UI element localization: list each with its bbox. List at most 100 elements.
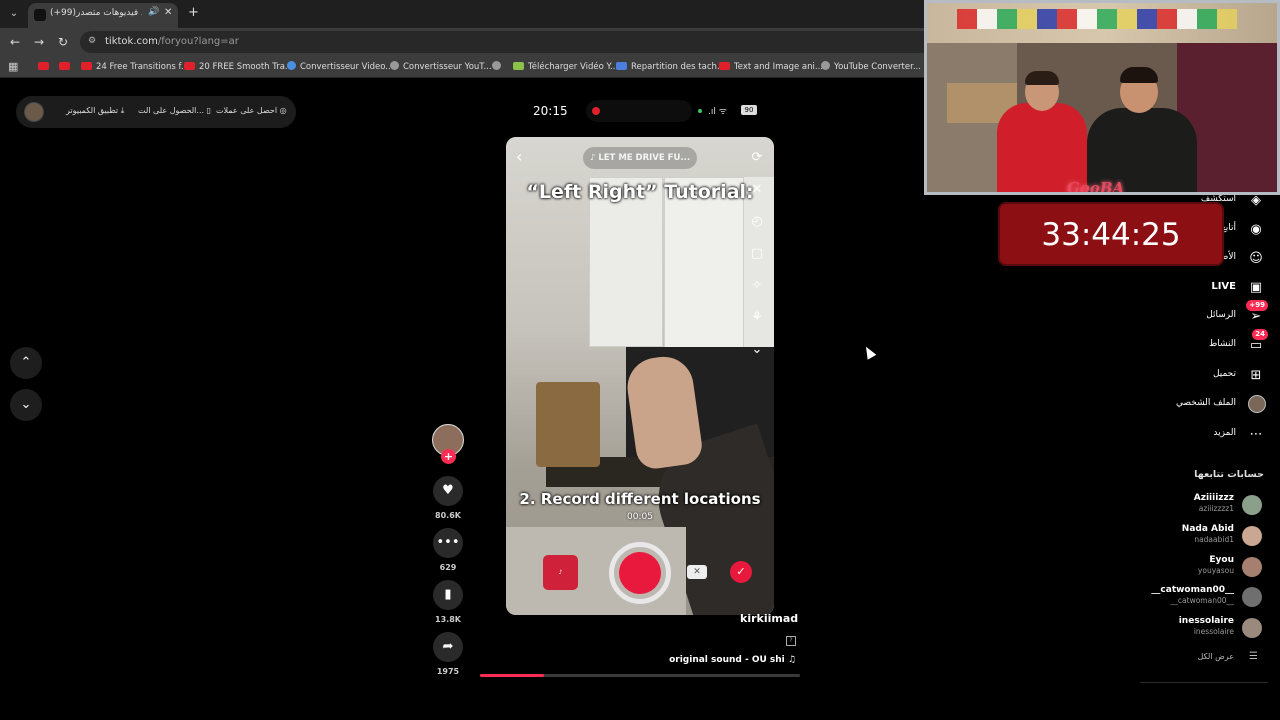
- effects-wand-icon: ✧: [751, 278, 763, 293]
- sidebar-item-label: LIVE: [1211, 281, 1236, 292]
- bookmark-item[interactable]: Convertisseur Video...: [287, 60, 393, 74]
- flip-camera-icon: ⟳: [751, 150, 763, 165]
- account-handle: inessolaire: [1193, 627, 1234, 636]
- reload-icon[interactable]: ↻: [55, 34, 71, 50]
- placeholder-glyph-icon: ?: [786, 636, 796, 646]
- docs-icon: [616, 62, 627, 70]
- notification-badge: 24: [1252, 329, 1268, 340]
- following-account-item[interactable]: Nada Abid nadaabid1: [1140, 524, 1264, 552]
- phone-time: 20:15: [533, 104, 568, 118]
- account-handle: __catwoman00__: [1170, 596, 1234, 605]
- sidebar-item-upload[interactable]: تحميل ⊞: [1140, 365, 1268, 387]
- forward-arrow-icon[interactable]: →: [31, 34, 47, 50]
- heart-icon: ♥: [442, 483, 454, 498]
- get-coins-button[interactable]: احصل على عملات ◎: [216, 106, 287, 115]
- webcam-overlay: GooBA: [924, 0, 1280, 195]
- youtube-icon: [184, 62, 195, 70]
- stream-timer-overlay: 33:44:25: [998, 202, 1224, 266]
- recording-timer: 00:05: [627, 512, 653, 522]
- avatar: [1242, 495, 1262, 515]
- video-player[interactable]: ‹ ♪ LET ME DRIVE FU... “Left Right” Tuto…: [506, 137, 774, 615]
- account-name: __catwoman00__: [1151, 585, 1234, 595]
- save-button[interactable]: ▮: [433, 580, 463, 610]
- account-name: Aziiiizzz: [1193, 493, 1234, 503]
- tab-search-chevron-icon[interactable]: ⌄: [6, 6, 22, 22]
- share-count: 1975: [436, 667, 460, 676]
- more-icon: ⋯: [1249, 427, 1263, 442]
- following-account-item[interactable]: inessolaire inessolaire: [1140, 616, 1264, 644]
- video-title-overlay: “Left Right” Tutorial:: [526, 181, 754, 203]
- more-chevron-icon: ⌄: [751, 342, 763, 357]
- bookmark-item[interactable]: [492, 60, 505, 74]
- sidebar-item-activity[interactable]: النشاط ▭ 24: [1140, 329, 1268, 357]
- apps-grid-icon[interactable]: ▦: [8, 60, 18, 73]
- delete-clip-icon: ✕: [687, 565, 707, 579]
- url-path: /foryou?lang=ar: [157, 36, 239, 47]
- new-tab-button[interactable]: +: [188, 6, 199, 20]
- account-name: Nada Abid: [1181, 524, 1234, 534]
- sidebar-item-more[interactable]: المزيد ⋯: [1140, 424, 1268, 446]
- live-icon: ▣: [1249, 280, 1263, 295]
- bookmark-item[interactable]: [59, 60, 74, 74]
- speaker-icon[interactable]: 🔊: [148, 7, 159, 17]
- back-arrow-icon[interactable]: ←: [7, 34, 23, 50]
- bookmark-item[interactable]: Télécharger Vidéo Y...: [513, 60, 618, 74]
- author-name-link[interactable]: kirkiimad: [740, 612, 798, 625]
- globe-icon: [492, 61, 501, 70]
- webcam-scene: [957, 9, 1237, 29]
- layout-icon: ▢: [750, 246, 764, 261]
- sidebar-item-messages[interactable]: الرسائل ➢ +99: [1140, 300, 1268, 328]
- avatar: [1242, 557, 1262, 577]
- following-account-item[interactable]: __catwoman00__ __catwoman00__: [1140, 585, 1264, 613]
- tiktok-favicon-icon: [34, 9, 46, 21]
- share-button[interactable]: ➦: [433, 632, 463, 662]
- avatar: [1242, 526, 1262, 546]
- avatar[interactable]: [24, 102, 44, 122]
- bookmark-item[interactable]: 24 Free Transitions f...: [81, 60, 189, 74]
- youtube-icon: [719, 62, 730, 70]
- video-progress-fill: [480, 674, 544, 677]
- phone-icon: ▯: [206, 106, 211, 115]
- divider: [1140, 682, 1268, 683]
- bookmark-item[interactable]: [38, 60, 53, 74]
- camera-indicator-icon: [698, 109, 702, 113]
- get-app-button[interactable]: الحصول على الت... ▯: [138, 106, 211, 115]
- next-video-button[interactable]: ⌄: [10, 389, 42, 421]
- site-info-icon[interactable]: ⚙: [88, 36, 96, 46]
- converter-icon: [390, 61, 399, 70]
- flash-off-icon: ✕: [751, 182, 763, 197]
- record-dot-icon: [592, 107, 600, 115]
- desktop-app-button[interactable]: تطبيق الكمبيوتر ⤓: [66, 106, 124, 116]
- follow-plus-button[interactable]: +: [441, 449, 456, 464]
- like-button[interactable]: ♥: [433, 476, 463, 506]
- sidebar-item-label: المزيد: [1213, 428, 1236, 438]
- account-name: Eyou: [1209, 555, 1234, 565]
- comment-button[interactable]: •••: [433, 528, 463, 558]
- sidebar-item-label: تحميل: [1212, 369, 1236, 379]
- music-note-icon: ♫: [787, 655, 796, 665]
- bookmark-item[interactable]: Text and Image ani...: [719, 60, 823, 74]
- share-arrow-icon: ➦: [442, 639, 454, 654]
- see-all-button[interactable]: عرض الكل ☰: [1140, 651, 1264, 665]
- close-icon[interactable]: ✕: [164, 7, 172, 18]
- friends-icon: ☺: [1249, 251, 1263, 266]
- battery-icon: 90: [741, 105, 757, 115]
- account-handle: youyasou: [1197, 566, 1234, 575]
- list-icon: ☰: [1249, 651, 1258, 662]
- sidebar-item-profile[interactable]: الملف الشخصي: [1140, 394, 1268, 416]
- bookmark-item[interactable]: Convertisseur YouT...: [390, 60, 492, 74]
- avatar: [1242, 587, 1262, 607]
- sidebar-item-live[interactable]: LIVE ▣: [1140, 277, 1268, 299]
- save-count: 13.8K: [435, 615, 461, 624]
- bookmark-item[interactable]: YouTube Converter...: [821, 60, 921, 74]
- tab-tiktok[interactable]: (+99)شاهد فيديوهات متصدر 🔊 ✕: [28, 3, 178, 28]
- sound-link[interactable]: original sound - OU shi ♫: [600, 655, 796, 665]
- following-account-item[interactable]: Aziiiizzz aziiizzzz1: [1140, 493, 1264, 521]
- video-progress-bar[interactable]: [480, 674, 800, 677]
- bookmark-item[interactable]: 20 FREE Smooth Tra...: [184, 60, 293, 74]
- video-frame: [664, 177, 744, 357]
- see-all-label: عرض الكل: [1197, 652, 1234, 661]
- following-account-item[interactable]: Eyou youyasou: [1140, 555, 1264, 583]
- previous-video-button[interactable]: ⌃: [10, 347, 42, 379]
- bookmark-item[interactable]: Repartition des tach...: [616, 60, 725, 74]
